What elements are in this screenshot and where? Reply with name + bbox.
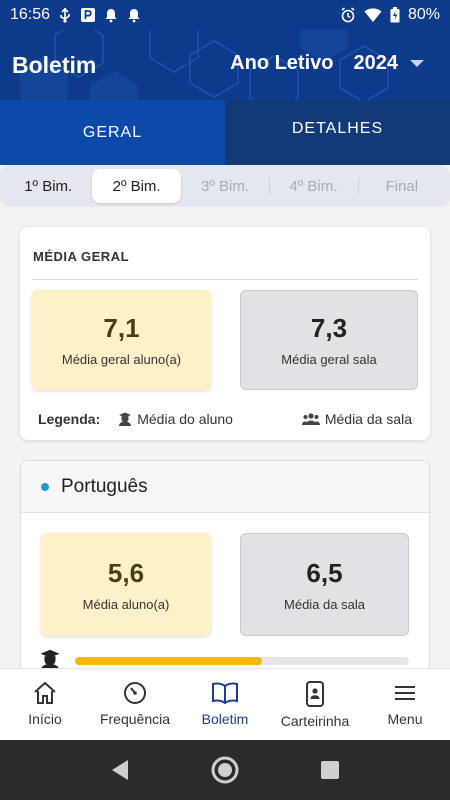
battery-icon [390,7,400,23]
bottom-navigation: Início Frequência Boletim Carteirinha Me… [0,668,450,740]
bell-icon [128,9,140,23]
nav-carteirinha-label: Carteirinha [280,713,350,729]
nav-carteirinha[interactable]: Carteirinha [270,669,360,740]
class-subject-average: 6,5 Média da sala [240,533,409,636]
bimester-selector: 1º Bim. 2º Bim. 3º Bim. 4º Bim. Final [0,165,450,207]
bimester-option-3[interactable]: 3º Bim. [181,169,269,203]
legend-student-label: Média do aluno [137,411,233,427]
bimester-option-final[interactable]: Final [357,169,446,203]
page-title: Boletim [12,52,97,78]
book-icon [212,682,238,705]
class-overall-value: 7,3 [310,313,348,343]
tab-bar: GERAL DETALHES [0,100,450,165]
bimester-option-1[interactable]: 1º Bim. [4,169,92,203]
graduate-icon [119,412,132,426]
subject-card-portugues[interactable]: Português 5,6 Média aluno(a) 6,5 Média d… [20,460,430,700]
home-circle-icon[interactable] [210,755,240,785]
legend-student: Média do aluno [118,411,233,427]
class-subject-value: 6,5 [306,557,343,588]
school-year-value: 2024 [353,52,399,74]
hamburger-menu-icon [395,686,415,700]
system-icons: 80% [340,6,440,24]
legend-class-label: Média da sala [324,411,412,427]
school-year-label: Ano Letivo [230,52,334,74]
student-average-progress-bar [75,657,409,665]
system-navigation-bar [0,740,450,800]
overall-average-card: MÉDIA GERAL 7,1 Média geral aluno(a) 7,3… [20,227,430,440]
student-overall-average: 7,1 Média geral aluno(a) [32,290,211,390]
student-subject-value: 5,6 [107,557,145,588]
status-bar: 16:56 80% [0,0,450,30]
overall-average-title: MÉDIA GERAL [33,249,130,264]
nav-boletim[interactable]: Boletim [180,669,270,740]
nav-boletim-label: Boletim [201,711,249,727]
tab-detalhes[interactable]: DETALHES [225,100,450,165]
subject-header: Português [21,461,429,513]
nav-menu[interactable]: Menu [360,669,450,740]
class-subject-label: Média da sala [284,596,365,612]
school-year-selector[interactable]: Ano Letivo 2024 [230,52,424,75]
group-icon [301,413,320,425]
legend-label: Legenda: [38,411,101,427]
student-subject-average: 5,6 Média aluno(a) [41,533,211,636]
back-icon[interactable] [110,759,130,781]
chevron-down-icon [410,60,424,67]
parking-icon [81,8,96,22]
wifi-icon [364,8,382,22]
subject-dot-icon [41,482,49,491]
class-overall-average: 7,3 Média geral sala [240,290,418,390]
student-overall-label: Média geral aluno(a) [61,352,182,367]
student-overall-value: 7,1 [103,313,140,343]
id-card-phone-icon [306,681,324,707]
divider [32,279,418,280]
bimester-option-4[interactable]: 4º Bim. [269,169,357,203]
legend-class: Média da sala [301,411,412,427]
battery-percent: 80% [407,6,440,23]
nav-inicio[interactable]: Início [0,669,90,740]
recents-icon[interactable] [320,760,340,780]
alarm-icon [341,7,355,23]
legend: Legenda: Média do aluno Média da sala [38,411,412,427]
nav-menu-label: Menu [387,711,423,727]
student-subject-label: Média aluno(a) [82,596,170,612]
notification-icons [58,7,141,23]
home-icon [34,681,56,704]
nav-inicio-label: Início [28,711,62,727]
app-header: Boletim Ano Letivo 2024 GERAL DETALHES [0,30,450,165]
speedometer-icon [124,682,146,704]
bell-icon [105,9,117,23]
usb-icon [60,7,70,23]
subject-name: Português [61,475,148,497]
student-average-progress-fill [75,657,263,665]
nav-frequencia-label: Frequência [99,711,171,727]
tab-geral[interactable]: GERAL [0,100,225,165]
nav-frequencia[interactable]: Frequência [90,669,180,740]
class-overall-label: Média geral sala [281,352,377,367]
status-time: 16:56 [10,6,51,23]
bimester-option-2[interactable]: 2º Bim. [92,169,181,203]
